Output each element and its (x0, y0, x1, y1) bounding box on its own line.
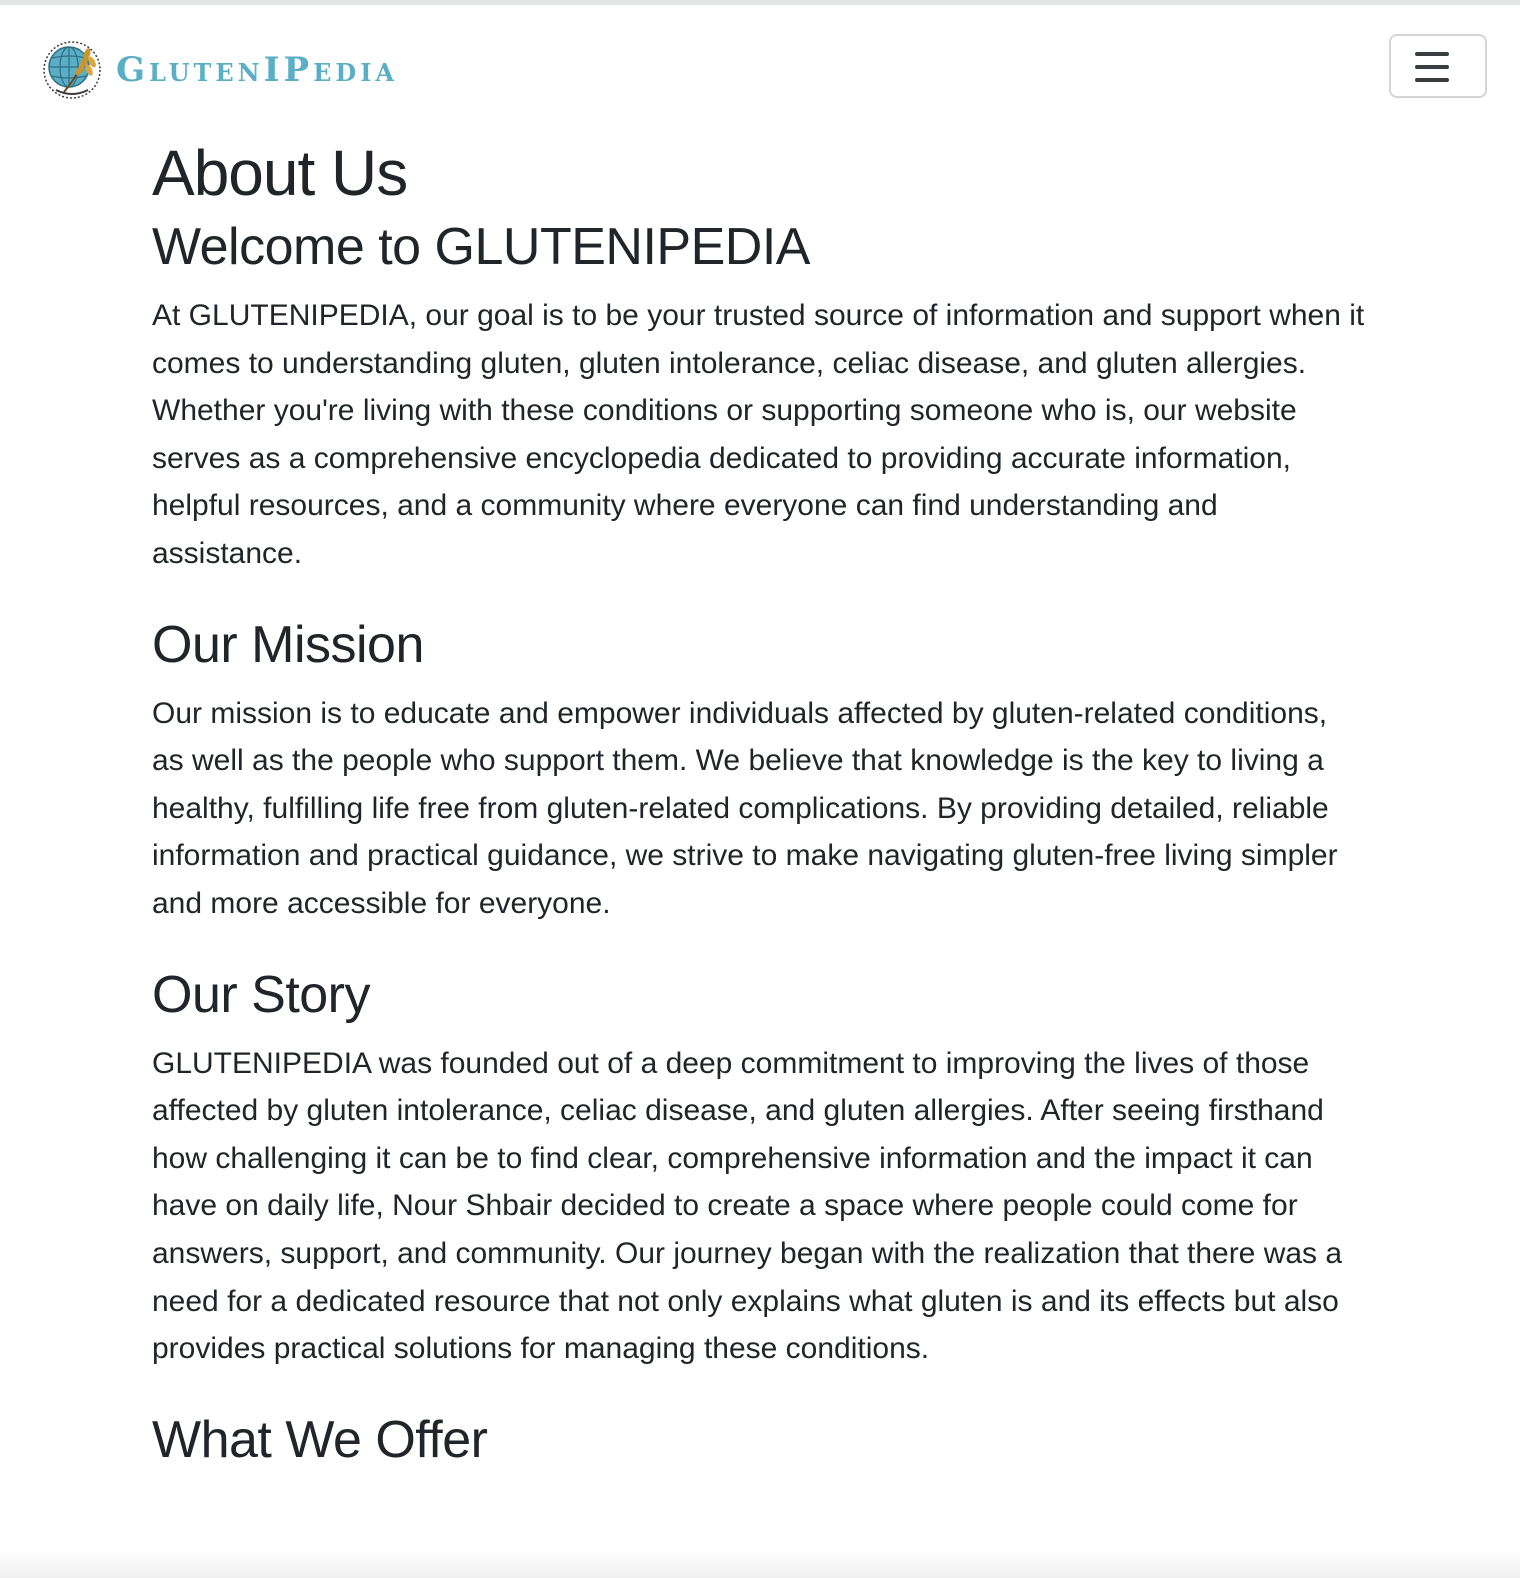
section-welcome: Welcome to GLUTENIPEDIA At GLUTENIPEDIA,… (152, 216, 1367, 578)
section-heading: Welcome to GLUTENIPEDIA (152, 218, 810, 276)
hamburger-menu-icon (1415, 52, 1449, 82)
section-story: Our Story GLUTENIPEDIA was founded out o… (152, 964, 1367, 1373)
navbar: GlutenIPedia (0, 5, 1520, 125)
section-body: At GLUTENIPEDIA, our goal is to be your … (152, 299, 1365, 570)
section-heading: What We Offer (152, 1410, 488, 1469)
navbar-toggle-button[interactable] (1389, 34, 1487, 98)
page-title: About Us (152, 137, 408, 209)
brand-name: GlutenIPedia (116, 50, 399, 90)
brand-link[interactable]: GlutenIPedia (42, 39, 398, 101)
about-content: About Us Welcome to GLUTENIPEDIA At GLUT… (152, 132, 1367, 1471)
section-heading: Our Mission (152, 615, 424, 674)
section-body: Our mission is to educate and empower in… (152, 696, 1338, 920)
section-heading: Our Story (152, 965, 371, 1024)
bottom-shadow (0, 1548, 1520, 1578)
section-offer: What We Offer (152, 1409, 1367, 1471)
section-body: GLUTENIPEDIA was founded out of a deep c… (152, 1046, 1343, 1366)
globe-wheat-logo-icon (43, 41, 101, 99)
section-mission: Our Mission Our mission is to educate an… (152, 614, 1367, 928)
